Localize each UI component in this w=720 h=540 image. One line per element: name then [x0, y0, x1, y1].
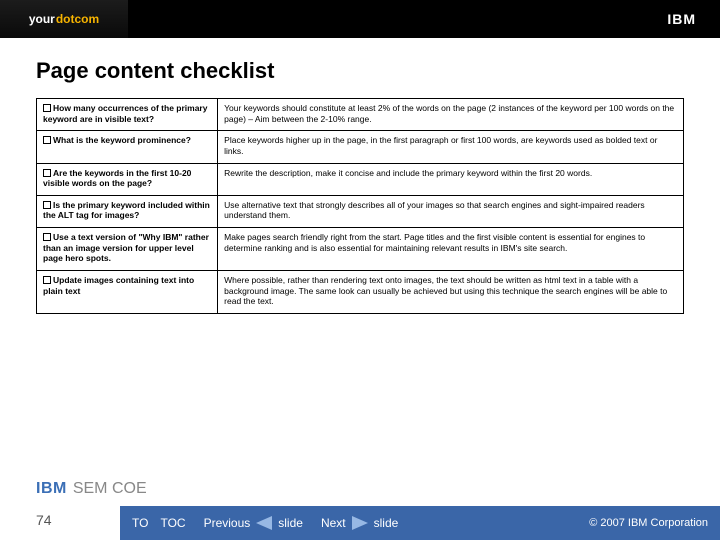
answer-cell: Make pages search friendly right from th…	[218, 228, 684, 271]
footer-ibm-logo: IBM	[36, 480, 67, 498]
nav-prev-slide: slide	[278, 516, 303, 530]
ibm-logo-header: IBM	[667, 11, 696, 27]
question-text: Use a text version of "Why IBM" rather t…	[43, 232, 209, 263]
footer-sem-label: SEM COE	[73, 480, 147, 498]
table-row: Use a text version of "Why IBM" rather t…	[37, 228, 684, 271]
answer-cell: Your keywords should constitute at least…	[218, 99, 684, 131]
question-cell: Update images containing text into plain…	[37, 270, 218, 313]
table-row: Update images containing text into plain…	[37, 270, 684, 313]
question-text: What is the keyword prominence?	[53, 135, 191, 145]
page-title: Page content checklist	[36, 58, 684, 84]
question-text: How many occurrences of the primary keyw…	[43, 103, 207, 124]
answer-cell: Where possible, rather than rendering te…	[218, 270, 684, 313]
checkbox-icon	[43, 276, 51, 284]
table-row: How many occurrences of the primary keyw…	[37, 99, 684, 131]
nav-prev-label: Previous	[204, 516, 251, 530]
app-header: yourdotcom IBM	[0, 0, 720, 38]
brand-logo-box: yourdotcom	[0, 0, 128, 38]
question-cell: Are the keywords in the first 10-20 visi…	[37, 163, 218, 195]
arrow-right-icon	[352, 516, 368, 530]
question-cell: Use a text version of "Why IBM" rather t…	[37, 228, 218, 271]
page-number: 74	[36, 512, 52, 528]
question-text: Are the keywords in the first 10-20 visi…	[43, 168, 191, 189]
brand-block: yourdotcom	[0, 0, 128, 38]
nav-toc-label[interactable]: TOC	[160, 516, 185, 530]
question-cell: Is the primary keyword included within t…	[37, 195, 218, 227]
table-row: Are the keywords in the first 10-20 visi…	[37, 163, 684, 195]
nav-next[interactable]: Next slide	[321, 516, 398, 530]
checkbox-icon	[43, 201, 51, 209]
brand-accent: dotcom	[56, 12, 99, 26]
nav-next-label: Next	[321, 516, 346, 530]
checklist-table: How many occurrences of the primary keyw…	[36, 98, 684, 314]
nav-to-group: TO TOC	[132, 516, 186, 530]
arrow-left-icon	[256, 516, 272, 530]
answer-cell: Use alternative text that strongly descr…	[218, 195, 684, 227]
slide-content: Page content checklist How many occurren…	[0, 38, 720, 314]
checkbox-icon	[43, 169, 51, 177]
copyright-text: © 2007 IBM Corporation	[589, 517, 708, 529]
brand-main: your	[29, 12, 55, 26]
checkbox-icon	[43, 136, 51, 144]
nav-bar: TO TOC Previous slide Next slide © 2007 …	[120, 506, 720, 540]
footer-brand: IBM SEM COE	[36, 480, 147, 498]
checkbox-icon	[43, 104, 51, 112]
nav-previous[interactable]: Previous slide	[204, 516, 303, 530]
question-text: Is the primary keyword included within t…	[43, 200, 210, 221]
question-cell: What is the keyword prominence?	[37, 131, 218, 163]
nav-to-label[interactable]: TO	[132, 516, 148, 530]
table-row: What is the keyword prominence? Place ke…	[37, 131, 684, 163]
question-cell: How many occurrences of the primary keyw…	[37, 99, 218, 131]
checkbox-icon	[43, 233, 51, 241]
nav-next-slide: slide	[374, 516, 399, 530]
answer-cell: Place keywords higher up in the page, in…	[218, 131, 684, 163]
answer-cell: Rewrite the description, make it concise…	[218, 163, 684, 195]
table-row: Is the primary keyword included within t…	[37, 195, 684, 227]
brand-logo: yourdotcom	[29, 12, 99, 26]
question-text: Update images containing text into plain…	[43, 275, 194, 296]
